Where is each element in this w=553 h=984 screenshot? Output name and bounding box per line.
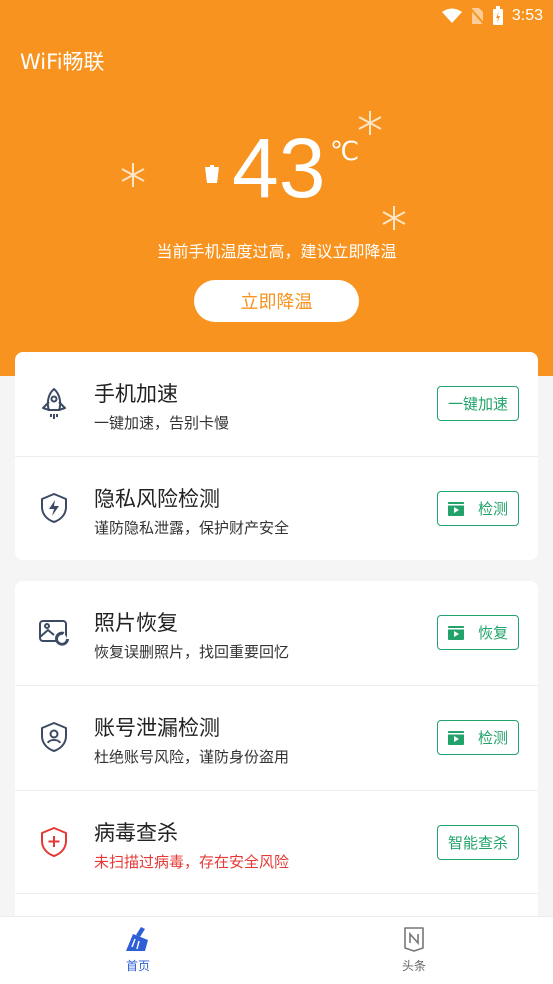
feature-subtitle: 恢复误删照片，找回重要回忆 <box>94 643 290 661</box>
feature-subtitle: 杜绝账号风险，谨防身份盗用 <box>94 748 290 766</box>
feature-row-account-leak[interactable]: 账号泄漏检测 杜绝账号风险，谨防身份盗用 检测 <box>15 686 538 791</box>
feature-row-privacy[interactable]: 隐私风险检测 谨防隐私泄露，保护财产安全 检测 <box>15 457 538 561</box>
feature-title: 病毒查杀 <box>94 821 178 845</box>
button-label: 检测 <box>477 729 508 747</box>
header: 3:53 WiFi畅联 43 ℃ 当前手机温度过高，建议立即降温 立即降温 <box>0 0 553 376</box>
status-bar: 3:53 <box>441 4 543 28</box>
bottom-tab-bar: 首页 头条 <box>0 916 553 984</box>
feature-card-top: 手机加速 一键加速，告别卡慢 一键加速 隐私风险检测 谨防隐私泄露，保护财产安全… <box>15 352 538 560</box>
video-ad-icon <box>447 625 464 640</box>
button-label: 智能查杀 <box>447 834 508 852</box>
feature-subtitle: 未扫描过病毒，存在安全风险 <box>94 853 290 871</box>
shield-bolt-icon <box>41 493 67 523</box>
tab-home[interactable]: 首页 <box>98 925 178 974</box>
feature-row-virus[interactable]: 病毒查杀 未扫描过病毒，存在安全风险 智能查杀 <box>15 791 538 895</box>
account-check-button[interactable]: 检测 <box>437 720 519 755</box>
no-sim-icon <box>469 7 484 25</box>
temperature-unit: ℃ <box>330 136 360 166</box>
temperature-display: 43 ℃ <box>0 110 553 230</box>
app-title: WiFi畅联 <box>20 50 105 74</box>
virus-scan-button[interactable]: 智能查杀 <box>437 825 519 860</box>
feature-title: 隐私风险检测 <box>94 487 220 511</box>
cool-down-button[interactable]: 立即降温 <box>194 280 359 322</box>
battery-charging-icon <box>492 6 503 25</box>
wifi-icon <box>441 8 462 23</box>
thermometer-icon <box>205 165 219 183</box>
feature-title: 账号泄漏检测 <box>94 716 220 740</box>
feature-row-photo[interactable]: 照片恢复 恢复误删照片，找回重要回忆 恢复 <box>15 581 538 686</box>
photo-recover-icon <box>39 620 69 646</box>
button-label: 一键加速 <box>447 395 508 413</box>
snowflake-icon <box>382 206 406 230</box>
button-label: 恢复 <box>477 624 508 642</box>
snowflake-icon <box>121 163 145 187</box>
feature-title: 照片恢复 <box>94 611 178 635</box>
button-label: 检测 <box>477 500 508 518</box>
tab-home-label: 首页 <box>125 959 150 973</box>
broom-icon <box>126 927 148 951</box>
rocket-icon <box>42 388 66 419</box>
shield-user-icon <box>41 722 67 752</box>
feature-row-speedup[interactable]: 手机加速 一键加速，告别卡慢 一键加速 <box>15 352 538 457</box>
feature-title: 手机加速 <box>94 382 178 406</box>
temperature-value: 43 <box>232 121 326 215</box>
speedup-button[interactable]: 一键加速 <box>437 386 519 421</box>
temperature-warning: 当前手机温度过高，建议立即降温 <box>156 242 397 261</box>
status-time: 3:53 <box>511 7 543 24</box>
news-icon <box>404 927 424 952</box>
shield-plus-icon <box>41 827 67 857</box>
photo-recover-button[interactable]: 恢复 <box>437 615 519 650</box>
tab-news-label: 头条 <box>401 959 426 973</box>
video-ad-icon <box>447 730 464 745</box>
feature-subtitle: 谨防隐私泄露，保护财产安全 <box>94 519 290 537</box>
feature-subtitle: 一键加速，告别卡慢 <box>94 414 230 432</box>
privacy-check-button[interactable]: 检测 <box>437 491 519 526</box>
feature-card-bottom: 照片恢复 恢复误删照片，找回重要回忆 恢复 账号泄漏检测 杜绝账号风险，谨防身份… <box>15 581 538 921</box>
video-ad-icon <box>447 501 464 516</box>
snowflake-icon <box>358 111 382 135</box>
tab-news[interactable]: 头条 <box>374 925 454 974</box>
